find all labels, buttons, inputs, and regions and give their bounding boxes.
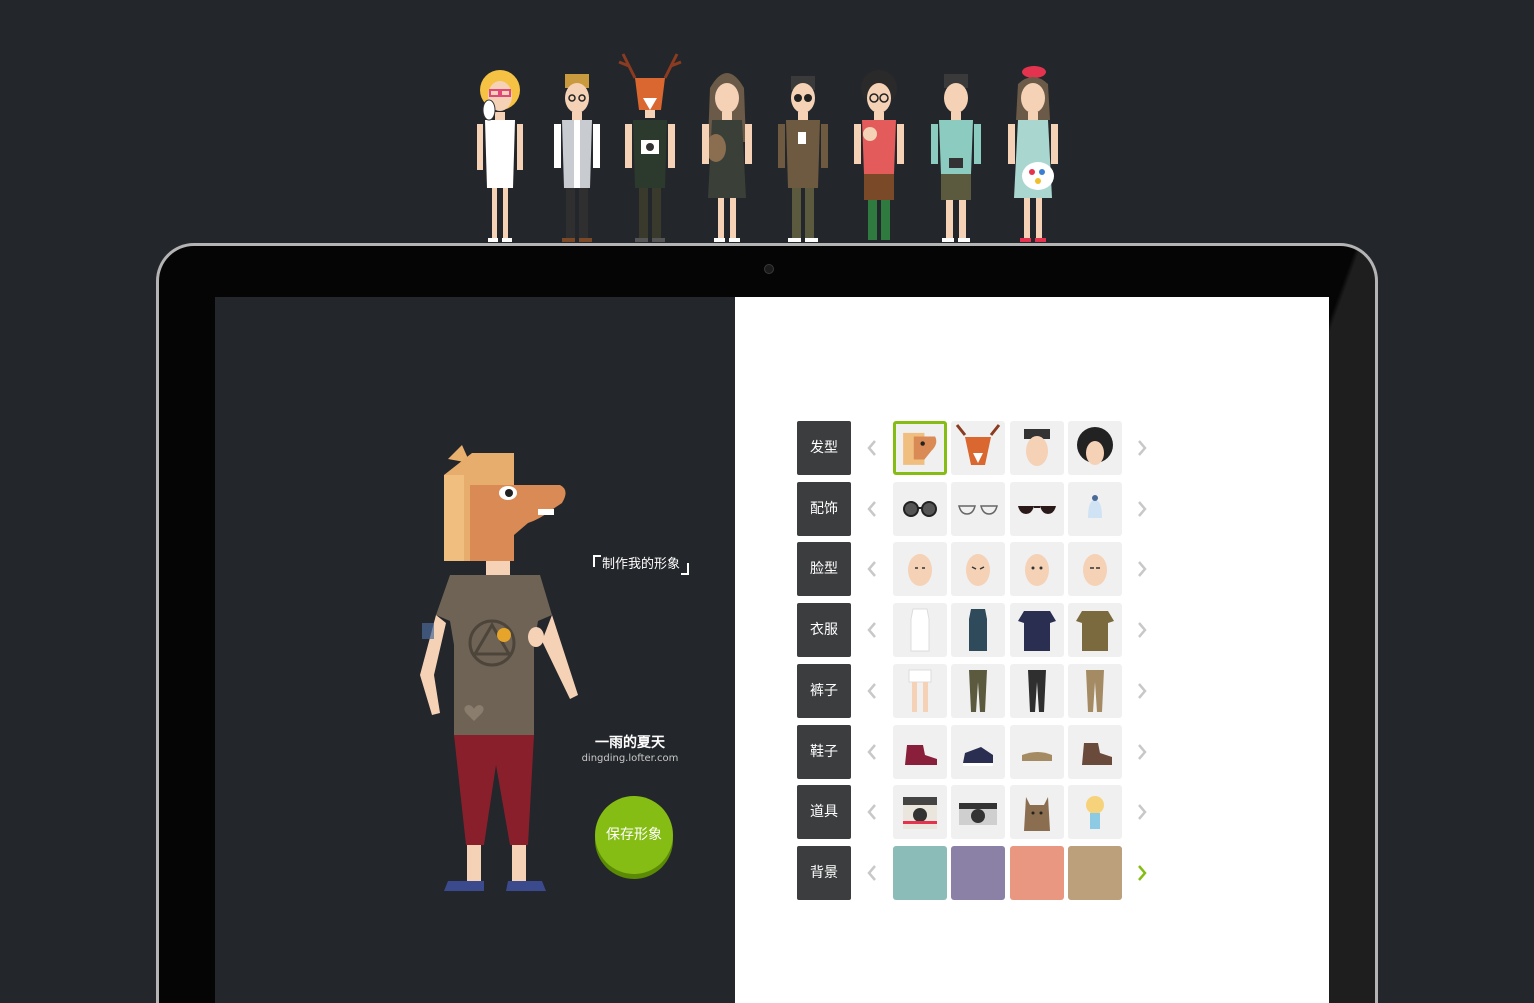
cat-girl-figure — [692, 48, 762, 246]
next-arrow-icon[interactable] — [1135, 620, 1149, 640]
category-label[interactable]: 道具 — [797, 785, 851, 840]
marilyn-figure — [465, 48, 535, 246]
next-arrow-icon[interactable] — [1135, 742, 1149, 762]
bracket-right-icon — [681, 563, 689, 575]
category-row: 发型 — [797, 421, 1157, 475]
sunglasses-icon[interactable] — [1010, 481, 1064, 536]
category-row: 配饰 — [797, 481, 1157, 536]
background-swatch[interactable] — [951, 845, 1005, 900]
category-row: 衣服 — [797, 603, 1157, 658]
horse-head-icon[interactable] — [893, 421, 947, 475]
deer-head-icon[interactable] — [951, 421, 1005, 475]
short-hair-icon[interactable] — [1010, 421, 1064, 475]
khaki-pants-icon[interactable] — [1068, 663, 1122, 718]
olive-pants-icon[interactable] — [951, 663, 1005, 718]
baby-carrier-figure — [844, 48, 914, 246]
navy-sneaker-icon[interactable] — [951, 724, 1005, 779]
category-row: 道具 — [797, 785, 1157, 840]
make-avatar-label: 制作我的形象 — [593, 553, 689, 577]
next-arrow-icon[interactable] — [1135, 499, 1149, 519]
film-camera-icon[interactable] — [951, 785, 1005, 840]
user-name: 一雨的夏天 — [595, 735, 665, 751]
round-glasses-icon[interactable] — [893, 481, 947, 536]
prev-arrow-icon[interactable] — [865, 681, 879, 701]
character-lineup — [465, 48, 1075, 246]
painter-girl-figure — [998, 48, 1068, 246]
background-swatch[interactable] — [1068, 845, 1122, 900]
navy-tee-icon[interactable] — [1010, 603, 1064, 658]
knit-hat-icon[interactable] — [1068, 481, 1122, 536]
coffee-guy-figure — [768, 48, 838, 246]
category-row: 脸型 — [797, 542, 1157, 597]
background-swatch[interactable] — [893, 845, 947, 900]
white-shorts-icon[interactable] — [893, 663, 947, 718]
tan-loafer-icon[interactable] — [1010, 724, 1064, 779]
next-arrow-icon[interactable] — [1135, 438, 1149, 458]
face-3-icon[interactable] — [1010, 542, 1064, 597]
camera-guy-figure — [921, 48, 991, 246]
black-pants-icon[interactable] — [1010, 663, 1064, 718]
webcam-icon — [764, 264, 774, 274]
prev-arrow-icon[interactable] — [865, 863, 879, 883]
face-4-icon[interactable] — [1068, 542, 1122, 597]
category-label[interactable]: 背景 — [797, 845, 851, 900]
category-label[interactable]: 脸型 — [797, 542, 851, 597]
navy-tank-icon[interactable] — [951, 603, 1005, 658]
save-avatar-button[interactable]: 保存形象 — [595, 796, 673, 874]
cat-icon[interactable] — [1010, 785, 1064, 840]
category-row: 鞋子 — [797, 724, 1157, 779]
category-row: 裤子 — [797, 663, 1157, 718]
deer-head-figure — [615, 48, 685, 246]
app-screen: 制作我的形象 一雨的夏天 dingding.lofter.com 保存形象 发型… — [215, 297, 1329, 1003]
brown-boot-icon[interactable] — [1068, 724, 1122, 779]
curly-hair-icon[interactable] — [1068, 421, 1122, 475]
next-arrow-icon[interactable] — [1135, 863, 1149, 883]
thin-glasses-icon[interactable] — [951, 481, 1005, 536]
category-label[interactable]: 裤子 — [797, 663, 851, 718]
white-tank-icon[interactable] — [893, 603, 947, 658]
prev-arrow-icon[interactable] — [865, 499, 879, 519]
next-arrow-icon[interactable] — [1135, 681, 1149, 701]
gentleman-figure — [542, 48, 612, 246]
red-boot-icon[interactable] — [893, 724, 947, 779]
next-arrow-icon[interactable] — [1135, 802, 1149, 822]
category-label[interactable]: 鞋子 — [797, 724, 851, 779]
polaroid-camera-icon[interactable] — [893, 785, 947, 840]
category-label[interactable]: 发型 — [797, 421, 851, 475]
bracket-left-icon — [593, 555, 601, 567]
prev-arrow-icon[interactable] — [865, 620, 879, 640]
face-1-icon[interactable] — [893, 542, 947, 597]
category-label[interactable]: 衣服 — [797, 603, 851, 658]
face-2-icon[interactable] — [951, 542, 1005, 597]
prev-arrow-icon[interactable] — [865, 559, 879, 579]
background-swatch[interactable] — [1010, 845, 1064, 900]
prev-arrow-icon[interactable] — [865, 742, 879, 762]
prev-arrow-icon[interactable] — [865, 802, 879, 822]
avatar-preview — [410, 445, 590, 905]
avatar-preview-panel: 制作我的形象 一雨的夏天 dingding.lofter.com 保存形象 — [215, 297, 735, 1003]
category-row: 背景 — [797, 845, 1157, 900]
make-avatar-text: 制作我的形象 — [601, 557, 680, 572]
customization-panel: 发型配饰脸型衣服 裤子鞋子道具 背景 — [735, 297, 1329, 1003]
doll-icon[interactable] — [1068, 785, 1122, 840]
next-arrow-icon[interactable] — [1135, 559, 1149, 579]
brown-shirt-icon[interactable] — [1068, 603, 1122, 658]
laptop-frame: 制作我的形象 一雨的夏天 dingding.lofter.com 保存形象 发型… — [156, 243, 1378, 1003]
user-url[interactable]: dingding.lofter.com — [575, 753, 685, 764]
category-label[interactable]: 配饰 — [797, 481, 851, 536]
prev-arrow-icon[interactable] — [865, 438, 879, 458]
